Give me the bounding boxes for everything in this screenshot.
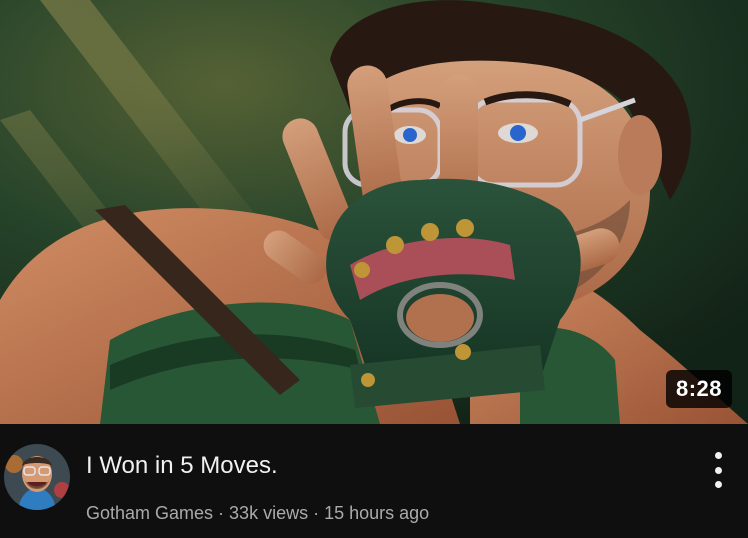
- video-thumbnail[interactable]: 8:28: [0, 0, 748, 424]
- dot: [714, 481, 722, 488]
- more-vert-icon[interactable]: [706, 452, 730, 488]
- thumbnail-image: [0, 0, 748, 424]
- dot: [714, 466, 722, 474]
- separator: ·: [308, 503, 325, 523]
- video-title[interactable]: I Won in 5 Moves.: [86, 452, 278, 480]
- channel-name[interactable]: Gotham Games: [86, 503, 213, 523]
- video-meta: I Won in 5 Moves. Gotham Games · 33k vie…: [0, 424, 748, 538]
- channel-avatar[interactable]: [4, 444, 70, 510]
- separator: ·: [213, 503, 230, 523]
- view-count: 33k views: [229, 503, 309, 523]
- upload-age: 15 hours ago: [324, 503, 430, 523]
- duration-badge: 8:28: [665, 370, 732, 408]
- avatar-image: [4, 444, 70, 510]
- video-subline: Gotham Games · 33k views · 15 hours ago: [86, 503, 429, 524]
- dot: [714, 452, 722, 459]
- video-card[interactable]: 8:28 I Won in 5 Moves. Gotham Games · 33…: [0, 0, 748, 538]
